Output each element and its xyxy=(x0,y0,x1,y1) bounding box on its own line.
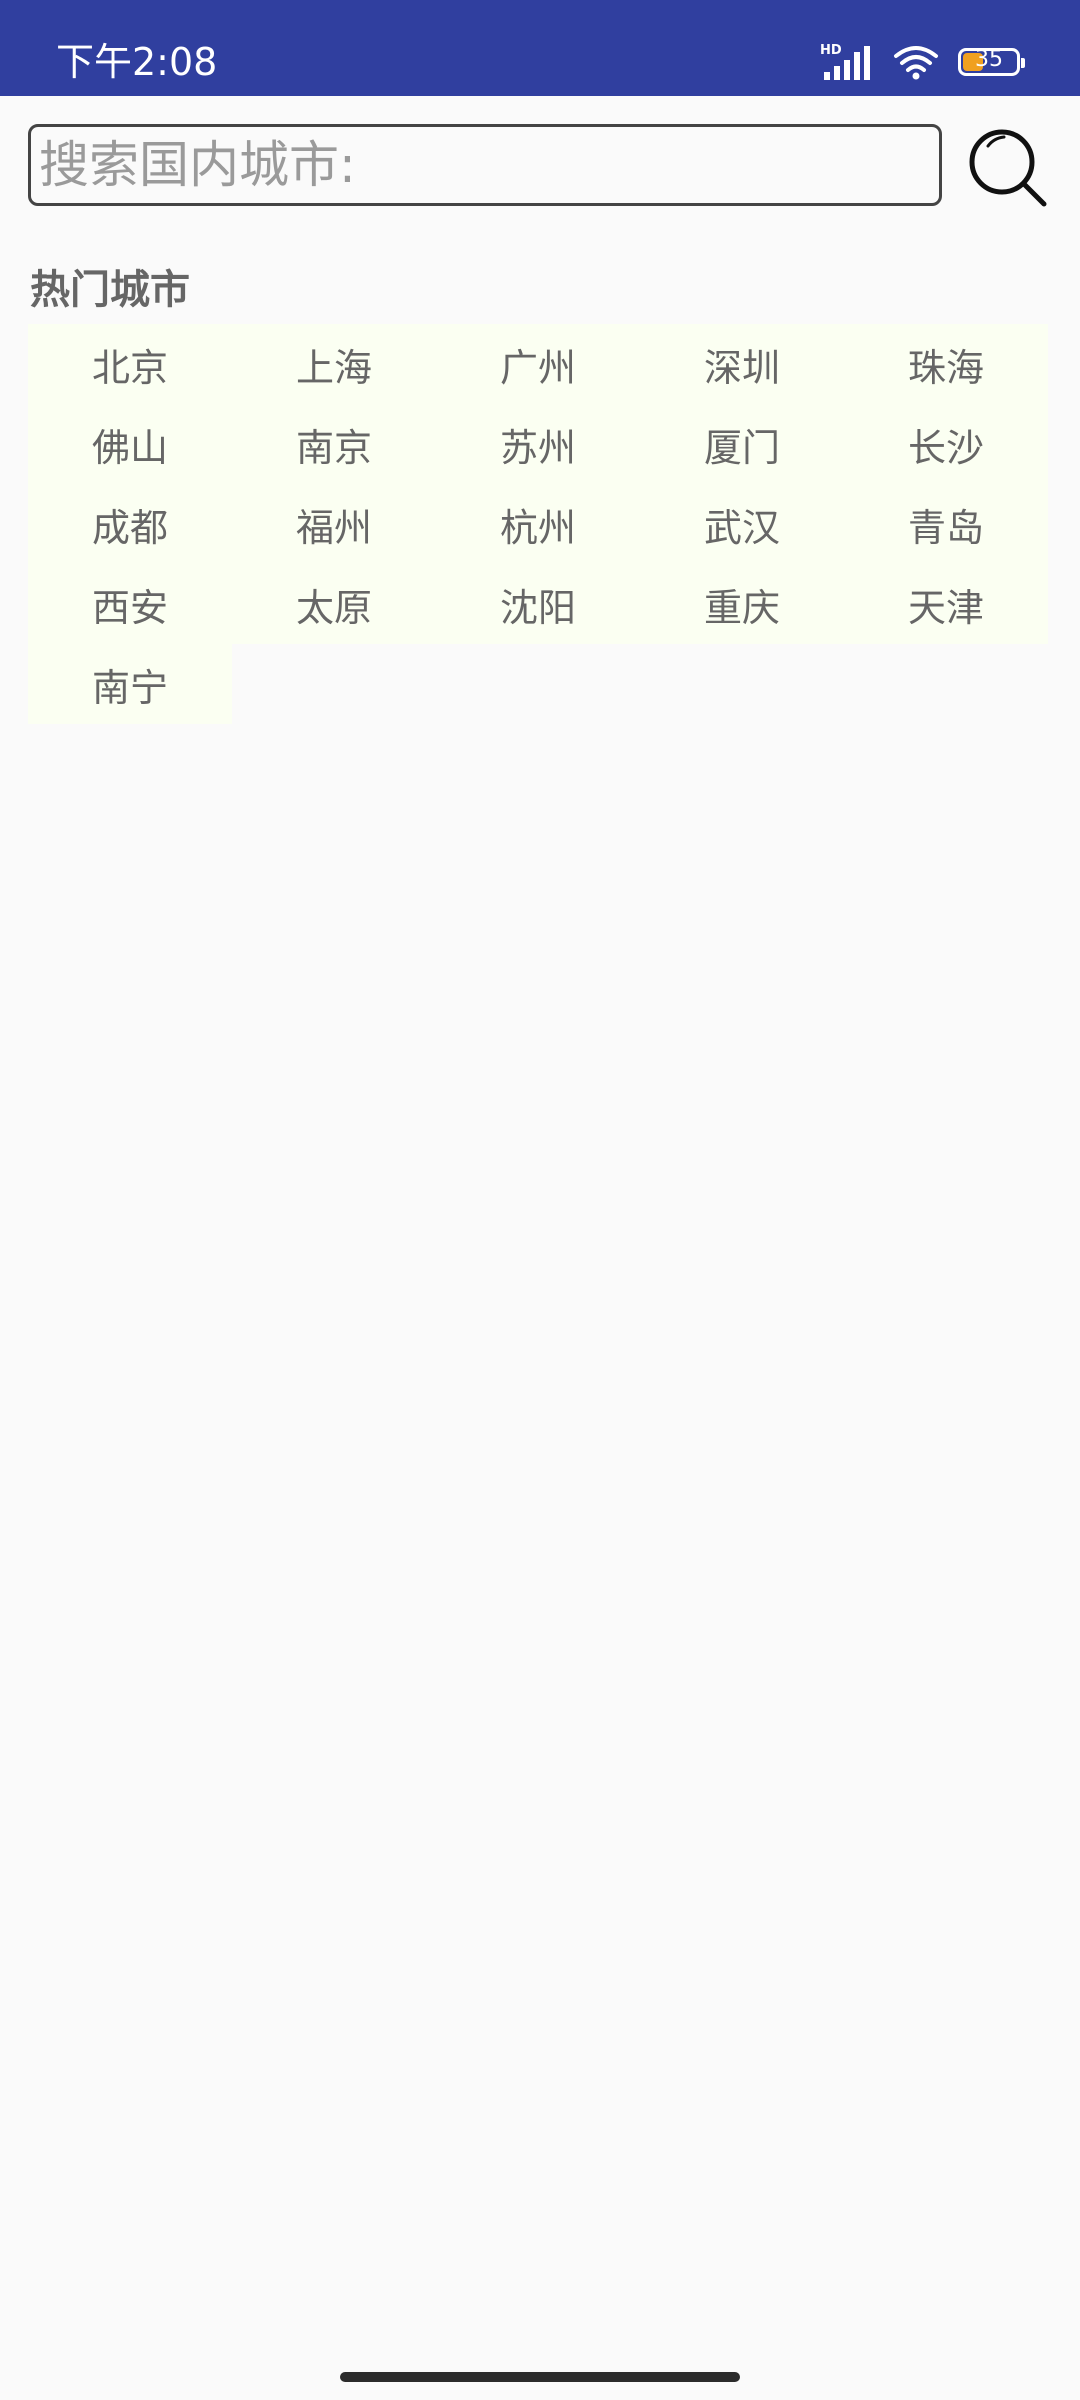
city-item[interactable]: 西安 xyxy=(28,564,232,644)
hot-cities-grid: 北京 上海 广州 深圳 珠海佛山 南京 苏州 厦门 长沙成都 福州 杭州 武汉 青岛西安 太原 沈阳 重庆 天津… xyxy=(28,324,1048,724)
wifi-icon xyxy=(894,46,938,80)
battery-level-text: 35 xyxy=(975,47,1003,72)
city-item[interactable]: 重庆 xyxy=(640,564,844,644)
city-item[interactable]: 上海 xyxy=(232,324,436,404)
signal-icon: HD xyxy=(820,43,870,80)
city-item[interactable]: 福州 xyxy=(232,484,436,564)
status-icons: HD 35 xyxy=(820,42,1025,82)
city-item[interactable]: 南宁 xyxy=(28,644,232,724)
city-item[interactable]: 天津 xyxy=(844,564,1048,644)
network-type-label: HD xyxy=(820,43,842,58)
city-item[interactable]: 厦门 xyxy=(640,404,844,484)
city-item[interactable]: 青岛 xyxy=(844,484,1048,564)
city-item[interactable]: 北京 xyxy=(28,324,232,404)
city-item[interactable]: 广州 xyxy=(436,324,640,404)
city-item[interactable]: 苏州 xyxy=(436,404,640,484)
city-item[interactable]: 杭州 xyxy=(436,484,640,564)
battery-icon: 35 xyxy=(958,47,1025,76)
status-bar: 下午2:08 HD 35 xyxy=(0,0,1080,96)
city-item[interactable]: 沈阳 xyxy=(436,564,640,644)
search-bar xyxy=(28,124,1052,208)
hot-cities-title: 热门城市 xyxy=(30,267,190,313)
city-item[interactable]: 珠海 xyxy=(844,324,1048,404)
city-item[interactable]: 深圳 xyxy=(640,324,844,404)
city-item[interactable]: 太原 xyxy=(232,564,436,644)
city-item[interactable]: 长沙 xyxy=(844,404,1048,484)
city-item[interactable]: 佛山 xyxy=(28,404,232,484)
status-time: 下午2:08 xyxy=(56,40,218,84)
city-item[interactable]: 武汉 xyxy=(640,484,844,564)
search-input[interactable] xyxy=(28,124,942,206)
city-item[interactable]: 成都 xyxy=(28,484,232,564)
search-icon xyxy=(969,129,1047,207)
home-indicator[interactable] xyxy=(340,2372,740,2382)
city-item[interactable]: 南京 xyxy=(232,404,436,484)
search-button[interactable] xyxy=(964,124,1052,212)
